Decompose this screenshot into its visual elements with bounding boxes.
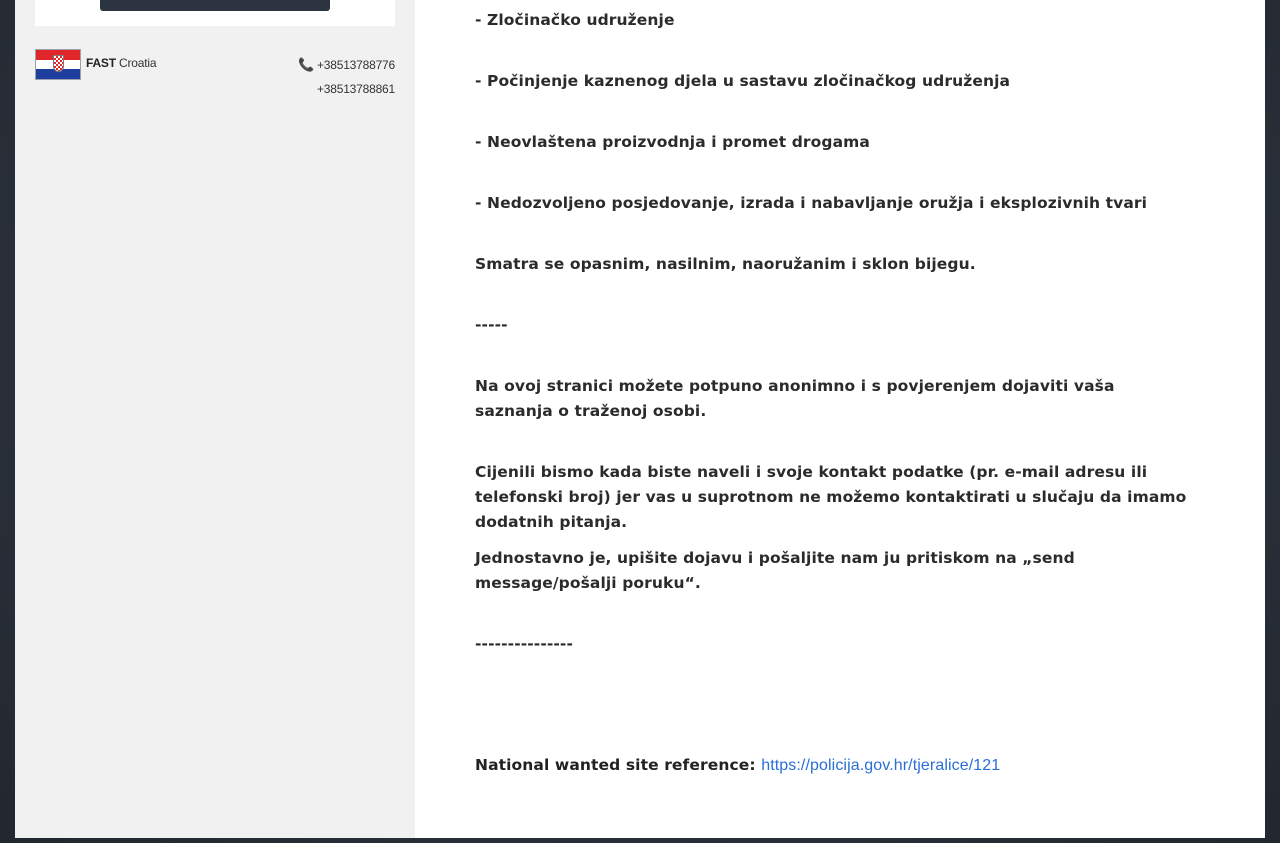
country-label: FAST Croatia [86, 56, 157, 70]
phone-numbers: 📞 +38513788776 +38513788861 [298, 53, 395, 101]
separator-long: --------------- [475, 635, 573, 653]
phone-icon: 📞 [297, 57, 314, 72]
sidebar: FAST Croatia 📞 +38513788776 +38513788861 [15, 0, 415, 838]
separator-short: ----- [475, 316, 508, 334]
crime-line-1: - Zločinačko udruženje [475, 11, 675, 29]
crime-line-4: - Nedozvoljeno posjedovanje, izrada i na… [475, 194, 1148, 212]
country-brand: FAST [86, 56, 116, 70]
warning-text: Smatra se opasnim, nasilnim, naoružanim … [475, 255, 976, 273]
reference-label: National wanted site reference: [475, 756, 756, 774]
reference-paragraph: National wanted site reference: https://… [475, 753, 1195, 778]
contact-request-text: Cijenili bismo kada biste naveli i svoje… [475, 463, 1187, 531]
instructions-text: Jednostavno je, upišite dojavu i pošalji… [475, 549, 1075, 592]
country-contact-row: FAST Croatia 📞 +38513788776 +38513788861 [35, 48, 395, 98]
crime-line-3: - Neovlaštena proizvodnja i promet droga… [475, 133, 870, 151]
phone-number-2[interactable]: +38513788861 [317, 82, 395, 96]
reference-link[interactable]: https://policija.gov.hr/tjeralice/121 [761, 757, 1000, 774]
croatia-flag-icon [35, 49, 81, 80]
sidebar-action-button[interactable] [100, 0, 330, 11]
country-name: Croatia [119, 56, 157, 70]
crime-line-2: - Počinjenje kaznenog djela u sastavu zl… [475, 72, 1011, 90]
anonymous-tip-text: Na ovoj stranici možete potpuno anonimno… [475, 377, 1115, 420]
page-container: FAST Croatia 📞 +38513788776 +38513788861 … [15, 0, 1265, 838]
phone-number-1[interactable]: +38513788776 [317, 58, 395, 72]
sidebar-card [35, 0, 395, 26]
